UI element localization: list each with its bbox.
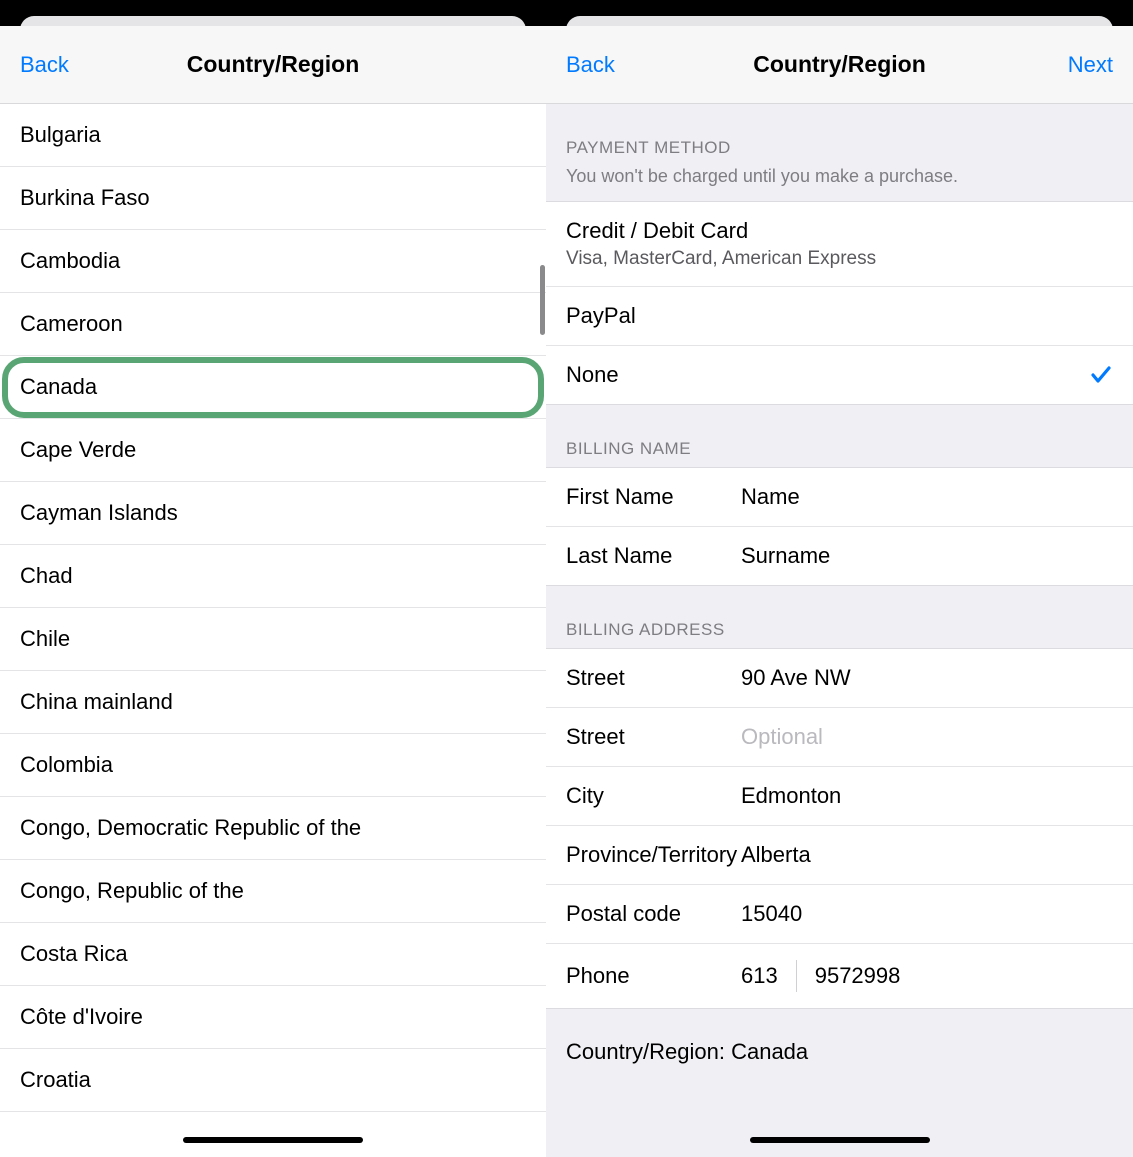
country-row-burkina-faso[interactable]: Burkina Faso: [0, 167, 546, 230]
postal-label: Postal code: [566, 901, 741, 927]
street1-field[interactable]: [741, 665, 1113, 691]
street2-field[interactable]: [741, 724, 1113, 750]
status-bar: [546, 0, 1133, 14]
left-screen: Back Country/Region BulgariaBurkina Faso…: [0, 0, 546, 1157]
country-row-canada[interactable]: Canada: [0, 356, 546, 419]
phone-area-field[interactable]: 613: [741, 963, 778, 989]
next-button[interactable]: Next: [1068, 52, 1113, 78]
scroll-indicator: [540, 265, 545, 335]
province-field[interactable]: Alberta: [741, 842, 1113, 868]
country-row-chile[interactable]: Chile: [0, 608, 546, 671]
country-row-cayman-islands[interactable]: Cayman Islands: [0, 482, 546, 545]
payment-option-label: Credit / Debit Card: [566, 218, 1113, 244]
first-name-row[interactable]: First Name: [546, 468, 1133, 527]
payment-option-label: PayPal: [566, 303, 1113, 329]
country-row-cameroon[interactable]: Cameroon: [0, 293, 546, 356]
country-row-cape-verde[interactable]: Cape Verde: [0, 419, 546, 482]
last-name-row[interactable]: Last Name: [546, 527, 1133, 585]
phone-number-field[interactable]: 9572998: [815, 963, 901, 989]
country-row-bulgaria[interactable]: Bulgaria: [0, 104, 546, 167]
country-list[interactable]: BulgariaBurkina FasoCambodiaCameroonCana…: [0, 104, 546, 1112]
back-button[interactable]: Back: [20, 52, 69, 78]
phone-label: Phone: [566, 963, 741, 989]
nav-bar: Back Country/Region: [0, 26, 546, 104]
first-name-label: First Name: [566, 484, 741, 510]
home-indicator: [183, 1137, 363, 1143]
phone-separator: [796, 960, 797, 992]
phone-row[interactable]: Phone 613 9572998: [546, 944, 1133, 1008]
nav-bar: Back Country/Region Next: [546, 26, 1133, 104]
country-row-congo-democratic-republic-of-the[interactable]: Congo, Democratic Republic of the: [0, 797, 546, 860]
country-row-china-mainland[interactable]: China mainland: [0, 671, 546, 734]
province-row[interactable]: Province/Territory Alberta: [546, 826, 1133, 885]
street1-label: Street: [566, 665, 741, 691]
last-name-label: Last Name: [566, 543, 741, 569]
country-row-chad[interactable]: Chad: [0, 545, 546, 608]
payment-option-sub: Visa, MasterCard, American Express: [566, 248, 1113, 270]
street1-row[interactable]: Street: [546, 649, 1133, 708]
status-bar: [0, 0, 546, 14]
payment-option-label: None: [566, 362, 1089, 388]
last-name-field[interactable]: [741, 543, 1113, 569]
city-row[interactable]: City: [546, 767, 1133, 826]
country-row-congo-republic-of-the[interactable]: Congo, Republic of the: [0, 860, 546, 923]
billing-name-header: BILLING NAME: [546, 405, 1133, 467]
modal-stack-tabs: [546, 14, 1133, 26]
first-name-field[interactable]: [741, 484, 1113, 510]
country-row-cambodia[interactable]: Cambodia: [0, 230, 546, 293]
payment-method-sub: You won't be charged until you make a pu…: [546, 166, 1133, 201]
country-row-c-te-d-ivoire[interactable]: Côte d'Ivoire: [0, 986, 546, 1049]
postal-row[interactable]: Postal code: [546, 885, 1133, 944]
country-row-costa-rica[interactable]: Costa Rica: [0, 923, 546, 986]
page-title: Country/Region: [0, 51, 546, 78]
street2-label: Street: [566, 724, 741, 750]
page-title: Country/Region: [546, 51, 1133, 78]
billing-name-group: First Name Last Name: [546, 467, 1133, 586]
city-field[interactable]: [741, 783, 1113, 809]
country-row-colombia[interactable]: Colombia: [0, 734, 546, 797]
province-label: Province/Territory: [566, 842, 741, 868]
payment-option-paypal[interactable]: PayPal: [546, 287, 1133, 346]
payment-method-header: PAYMENT METHOD: [546, 104, 1133, 166]
modal-stack-tabs: [0, 14, 546, 26]
back-button[interactable]: Back: [566, 52, 615, 78]
postal-field[interactable]: [741, 901, 1113, 927]
payment-option-none[interactable]: None: [546, 346, 1133, 404]
home-indicator: [750, 1137, 930, 1143]
billing-address-group: Street Street City Province/Territory Al…: [546, 648, 1133, 1009]
street2-row[interactable]: Street: [546, 708, 1133, 767]
right-screen: Back Country/Region Next PAYMENT METHOD …: [546, 0, 1133, 1157]
checkmark-icon: [1089, 363, 1113, 387]
country-row-croatia[interactable]: Croatia: [0, 1049, 546, 1112]
payment-method-group: Credit / Debit Card Visa, MasterCard, Ame…: [546, 201, 1133, 405]
payment-option-credit-debit-card[interactable]: Credit / Debit Card Visa, MasterCard, Ame…: [546, 202, 1133, 287]
country-region-footer[interactable]: Country/Region: Canada: [546, 1009, 1133, 1065]
city-label: City: [566, 783, 741, 809]
billing-address-header: BILLING ADDRESS: [546, 586, 1133, 648]
